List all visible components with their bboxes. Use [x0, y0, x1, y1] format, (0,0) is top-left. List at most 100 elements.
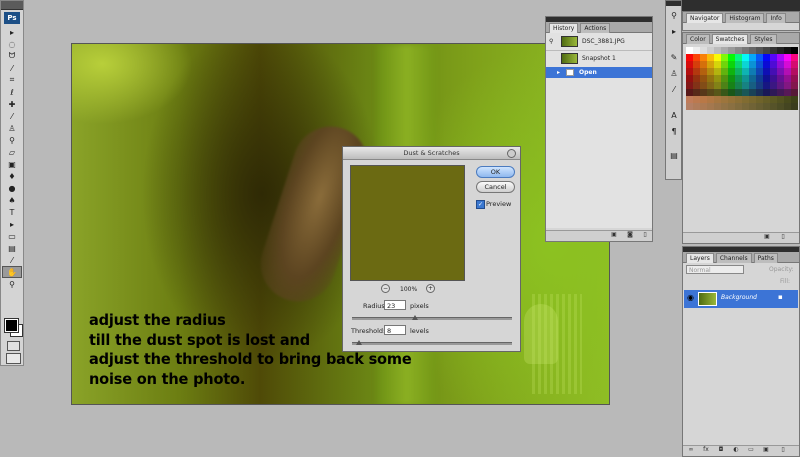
color-swatch[interactable] [749, 103, 756, 110]
color-swatch[interactable] [728, 47, 735, 54]
color-swatch[interactable] [770, 89, 777, 96]
color-swatch[interactable] [763, 82, 770, 89]
new-snapshot-icon[interactable]: ◙ [626, 231, 634, 238]
color-swatch[interactable] [714, 54, 721, 61]
brushes-panel-icon[interactable]: ✎ [667, 52, 681, 64]
color-swatch[interactable] [686, 47, 693, 54]
color-swatch[interactable] [791, 75, 798, 82]
preview-checkbox[interactable]: ✓ [476, 200, 485, 209]
color-swatch[interactable] [700, 61, 707, 68]
radius-input[interactable]: 23 [384, 300, 406, 310]
color-swatch[interactable] [693, 47, 700, 54]
color-swatch[interactable] [756, 75, 763, 82]
color-swatch[interactable] [735, 68, 742, 75]
history-brush-icon[interactable]: ⚲ [2, 134, 22, 146]
color-swatch[interactable] [735, 103, 742, 110]
crop-icon[interactable]: ⌗ [2, 74, 22, 86]
marquee-icon[interactable]: ◌ [2, 38, 22, 50]
notes-icon[interactable]: ▤ [2, 242, 22, 254]
color-swatch[interactable] [763, 75, 770, 82]
color-swatch[interactable] [735, 96, 742, 103]
tab-info[interactable]: Info [766, 13, 786, 23]
tab-history[interactable]: History [549, 23, 579, 33]
color-swatch[interactable] [693, 89, 700, 96]
color-swatch[interactable] [777, 75, 784, 82]
new-layer-icon[interactable]: ▣ [762, 446, 770, 453]
color-swatch[interactable] [777, 47, 784, 54]
zoom-in-icon[interactable]: + [426, 284, 435, 293]
color-swatch[interactable] [777, 68, 784, 75]
color-swatch[interactable] [777, 103, 784, 110]
color-swatch[interactable] [749, 96, 756, 103]
color-swatch[interactable] [735, 47, 742, 54]
color-swatch[interactable] [763, 68, 770, 75]
lasso-icon[interactable]: ᗢ [2, 50, 22, 62]
new-swatch-icon[interactable]: ▣ [763, 233, 771, 240]
tab-channels[interactable]: Channels [715, 253, 752, 263]
delete-icon[interactable]: ▯ [641, 231, 649, 238]
color-swatch[interactable] [686, 82, 693, 89]
color-swatch[interactable] [742, 68, 749, 75]
color-swatch[interactable] [756, 96, 763, 103]
color-swatch[interactable] [777, 54, 784, 61]
color-swatch[interactable] [770, 47, 777, 54]
pen-icon[interactable]: ♠ [2, 194, 22, 206]
color-swatch[interactable] [770, 96, 777, 103]
color-swatch[interactable] [791, 61, 798, 68]
delete-layer-icon[interactable]: ▯ [779, 446, 787, 453]
color-swatch[interactable] [770, 68, 777, 75]
color-swatch[interactable] [714, 103, 721, 110]
clone-source-icon[interactable]: ♙ [667, 68, 681, 80]
ok-button[interactable]: OK [476, 166, 515, 178]
color-swatch[interactable] [700, 54, 707, 61]
color-swatch[interactable] [742, 75, 749, 82]
color-swatch[interactable] [700, 96, 707, 103]
color-swatch[interactable] [721, 61, 728, 68]
color-swatch[interactable] [693, 75, 700, 82]
brush-icon[interactable]: ⁄ [2, 110, 22, 122]
dialog-title[interactable]: Dust & Scratches [343, 147, 520, 160]
history-brush-source-icon[interactable]: ⚲ [549, 34, 553, 49]
color-swatch[interactable] [700, 75, 707, 82]
color-swatch[interactable] [700, 47, 707, 54]
color-swatch[interactable] [707, 68, 714, 75]
layer-comps-icon[interactable]: ▤ [667, 150, 681, 162]
link-layers-icon[interactable]: ∞ [687, 446, 695, 453]
actions-panel-icon[interactable]: ▸ [667, 26, 681, 38]
dock-top-bar[interactable] [682, 0, 800, 11]
color-swatch[interactable] [749, 75, 756, 82]
color-swatch[interactable] [756, 61, 763, 68]
color-swatch[interactable] [707, 82, 714, 89]
color-swatch[interactable] [735, 61, 742, 68]
color-swatch[interactable] [756, 89, 763, 96]
color-swatch[interactable] [700, 89, 707, 96]
color-swatch[interactable] [714, 61, 721, 68]
tab-styles[interactable]: Styles [750, 34, 777, 44]
cancel-button[interactable]: Cancel [476, 181, 515, 193]
color-swatch[interactable] [791, 82, 798, 89]
color-swatch[interactable] [763, 96, 770, 103]
color-swatch[interactable] [756, 103, 763, 110]
layer-name[interactable]: Background [721, 294, 757, 301]
color-swatch[interactable] [728, 54, 735, 61]
color-swatch[interactable] [763, 61, 770, 68]
color-swatch[interactable] [721, 68, 728, 75]
color-swatch[interactable] [784, 96, 791, 103]
color-swatch[interactable] [693, 54, 700, 61]
quick-mask-icon[interactable] [7, 341, 20, 351]
color-swatch[interactable] [756, 82, 763, 89]
color-swatch[interactable] [742, 82, 749, 89]
magic-wand-icon[interactable]: ⁄ [2, 62, 22, 74]
foreground-color-swatch[interactable] [4, 318, 19, 333]
color-swatch[interactable] [707, 75, 714, 82]
tab-paths[interactable]: Paths [753, 253, 778, 263]
color-swatch[interactable] [784, 54, 791, 61]
dialog-close-icon[interactable] [507, 149, 516, 158]
color-swatch[interactable] [784, 68, 791, 75]
color-swatch[interactable] [700, 82, 707, 89]
tab-actions[interactable]: Actions [580, 23, 611, 33]
color-swatch[interactable] [707, 47, 714, 54]
color-swatch[interactable] [784, 47, 791, 54]
color-swatch[interactable] [763, 103, 770, 110]
color-swatch[interactable] [714, 68, 721, 75]
